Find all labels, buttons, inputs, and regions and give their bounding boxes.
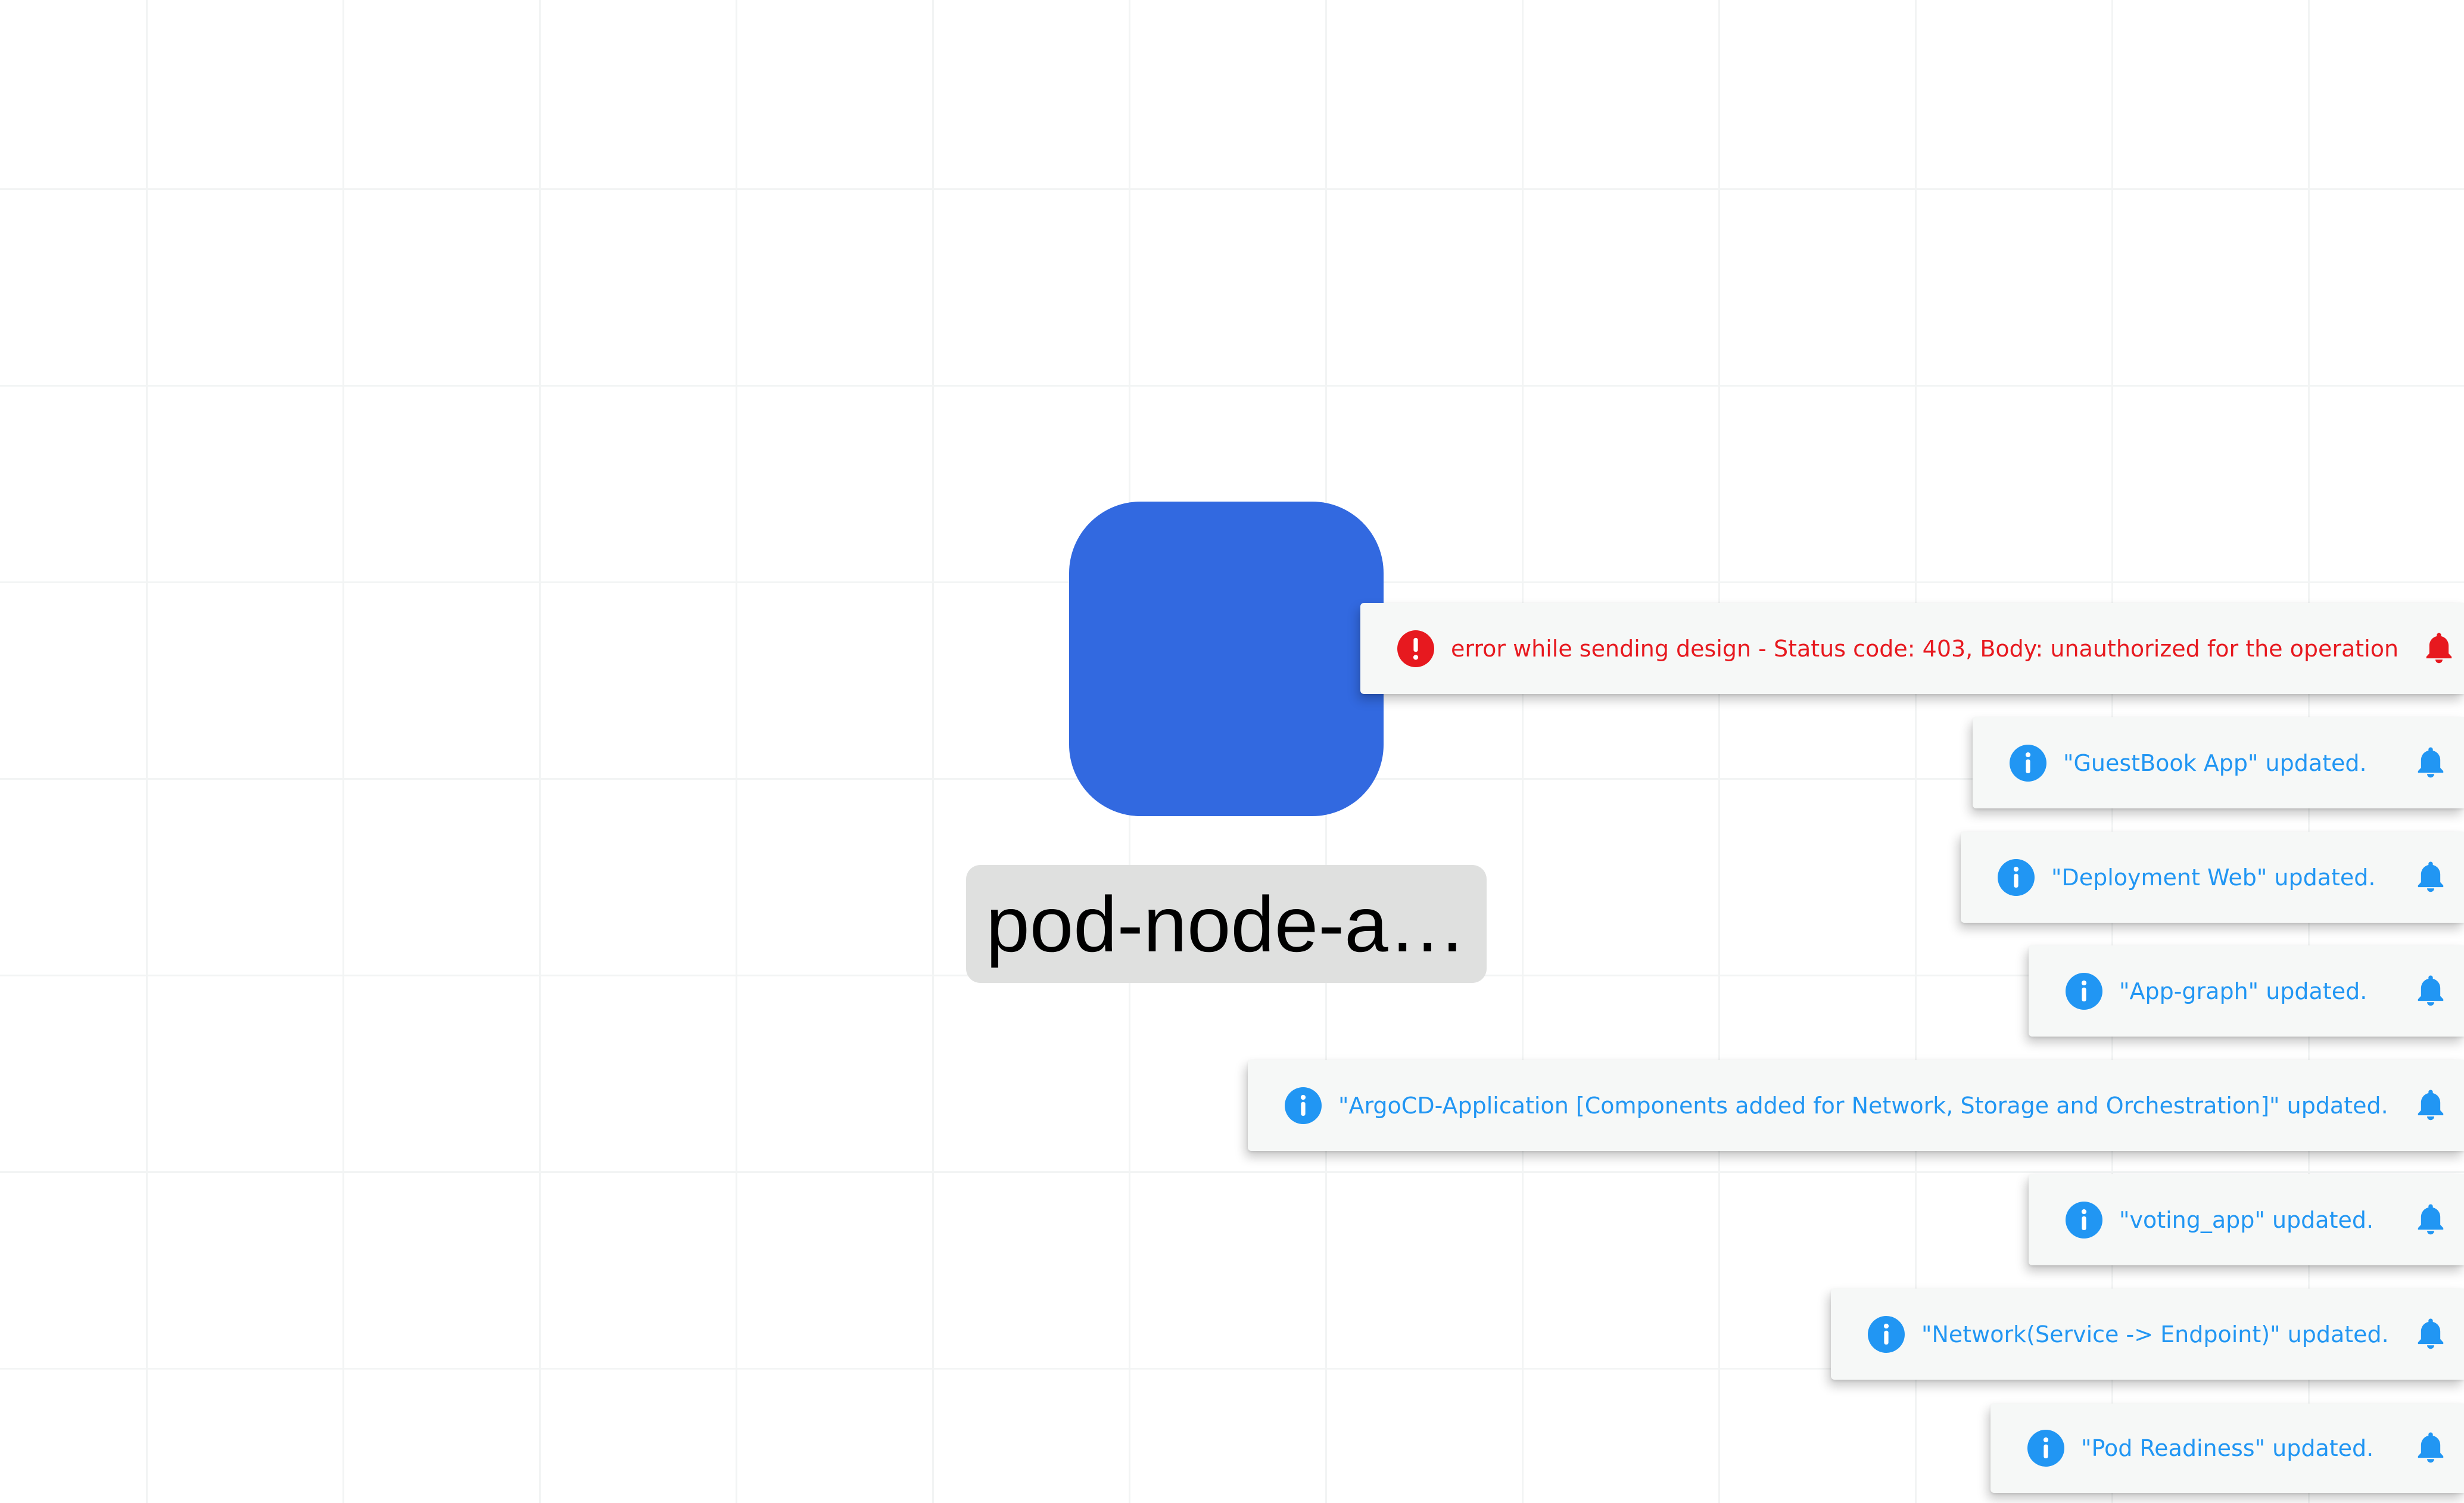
notification-info[interactable]: "Deployment Web" updated.	[1961, 832, 2464, 923]
notification-message: "Deployment Web" updated.	[2051, 864, 2376, 891]
bell-icon[interactable]	[2414, 1430, 2447, 1466]
notification-message: "Pod Readiness" updated.	[2081, 1435, 2374, 1461]
info-circle-icon	[2010, 744, 2046, 782]
notification-info[interactable]: "App-graph" updated.	[2029, 945, 2464, 1037]
notification-message: "Network(Service -> Endpoint)" updated.	[1921, 1321, 2389, 1348]
pod-node-label[interactable]: pod-node-a…	[966, 865, 1487, 983]
notification-info[interactable]: "GuestBook App" updated.	[1973, 717, 2464, 808]
info-circle-icon	[1868, 1315, 1905, 1353]
bell-icon[interactable]	[2414, 1088, 2447, 1124]
design-canvas[interactable]: pod-node-a… error while sending design -…	[0, 0, 2464, 1503]
notification-message: "App-graph" updated.	[2119, 978, 2368, 1004]
bell-icon[interactable]	[2414, 1202, 2447, 1238]
notification-info[interactable]: "Pod Readiness" updated.	[1990, 1404, 2464, 1493]
bell-icon[interactable]	[2422, 631, 2456, 667]
notification-message: "GuestBook App" updated.	[2063, 749, 2367, 776]
bell-icon[interactable]	[2414, 1317, 2447, 1352]
notification-message: "ArgoCD-Application [Components added fo…	[1338, 1092, 2388, 1119]
error-circle-icon	[1397, 630, 1434, 667]
bell-icon[interactable]	[2414, 973, 2447, 1009]
info-circle-icon	[2066, 972, 2102, 1010]
bell-icon[interactable]	[2414, 745, 2447, 781]
notification-message: error while sending design - Status code…	[1451, 635, 2399, 662]
info-circle-icon	[1998, 858, 2035, 896]
notification-info[interactable]: "voting_app" updated.	[2029, 1174, 2464, 1265]
notification-info[interactable]: "Network(Service -> Endpoint)" updated.	[1831, 1289, 2464, 1380]
notification-info[interactable]: "ArgoCD-Application [Components added fo…	[1248, 1060, 2464, 1151]
notification-error[interactable]: error while sending design - Status code…	[1360, 603, 2464, 694]
notification-message: "voting_app" updated.	[2119, 1206, 2374, 1233]
info-circle-icon	[2066, 1201, 2102, 1239]
info-circle-icon	[1285, 1087, 1322, 1124]
pod-node[interactable]	[1069, 502, 1384, 816]
info-circle-icon	[2027, 1430, 2064, 1467]
bell-icon[interactable]	[2414, 860, 2447, 895]
